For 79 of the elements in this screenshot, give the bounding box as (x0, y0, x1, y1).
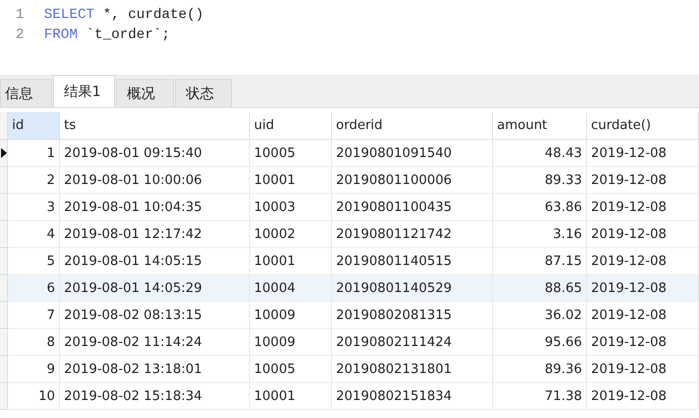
table-cell: 10004 (250, 275, 332, 302)
table-cell: 89.33 (493, 167, 587, 194)
table-cell: 2019-12-08 (587, 194, 699, 221)
table-cell: 2019-08-01 10:00:06 (60, 167, 250, 194)
table-cell: 20190801140529 (332, 275, 493, 302)
table-cell: 2019-08-01 14:05:29 (60, 275, 250, 302)
column-header[interactable]: uid (250, 112, 332, 140)
table-cell: 20190802081315 (332, 302, 493, 329)
table-cell: 2019-12-08 (587, 302, 699, 329)
table-cell: 20190802151834 (332, 383, 493, 410)
table-cell: 7 (8, 302, 60, 329)
table-row[interactable]: 6 2019-08-01 14:05:29 10004 20190801140529 88.65 2019-12-08 (0, 275, 699, 302)
table-cell: 20190801121742 (332, 221, 493, 248)
table-cell: 20190802131801 (332, 356, 493, 383)
table-cell: 2019-12-08 (587, 167, 699, 194)
table-cell: 2019-12-08 (587, 383, 699, 410)
table-cell: 3 (8, 194, 60, 221)
tab[interactable]: 信息 (0, 79, 52, 107)
table-cell: 1 (8, 140, 60, 167)
tab[interactable]: 结果1 (53, 75, 115, 107)
column-header[interactable]: ts (60, 112, 250, 140)
line-number: 1 (14, 7, 24, 23)
table-cell: 2 (8, 167, 60, 194)
table-cell: 95.66 (493, 329, 587, 356)
table-row[interactable]: 1 2019-08-01 09:15:40 10005 20190801091540 48.43 2019-12-08 (0, 140, 699, 167)
table-cell: 89.36 (493, 356, 587, 383)
table-cell: 8 (8, 329, 60, 356)
line-number: 2 (14, 27, 24, 43)
table-cell: 63.86 (493, 194, 587, 221)
table-cell: 10005 (250, 140, 332, 167)
table-cell: 20190802111424 (332, 329, 493, 356)
table-cell: 2019-08-02 11:14:24 (60, 329, 250, 356)
table-row[interactable]: 7 2019-08-02 08:13:15 10009 20190802081315 36.02 2019-12-08 (0, 302, 699, 329)
table-row[interactable]: 3 2019-08-01 10:04:35 10003 20190801100435 63.86 2019-12-08 (0, 194, 699, 221)
table-cell: 9 (8, 356, 60, 383)
table-cell: 6 (8, 275, 60, 302)
table-cell: 2019-08-02 15:18:34 (60, 383, 250, 410)
column-header[interactable]: orderid (332, 112, 493, 140)
table-cell: 36.02 (493, 302, 587, 329)
table-row[interactable]: 4 2019-08-01 12:17:42 10002 20190801121742 3.16 2019-12-08 (0, 221, 699, 248)
tab[interactable]: 概况 (116, 79, 174, 107)
table-cell: 20190801091540 (332, 140, 493, 167)
table-cell: 2019-08-01 09:15:40 (60, 140, 250, 167)
table-row[interactable]: 8 2019-08-02 11:14:24 10009 20190802111424 95.66 2019-12-08 (0, 329, 699, 356)
table-cell: 10001 (250, 383, 332, 410)
table-cell: 2019-08-01 12:17:42 (60, 221, 250, 248)
column-header[interactable]: id (8, 112, 60, 140)
column-header[interactable]: curdate() (587, 112, 699, 140)
table-cell: 10009 (250, 329, 332, 356)
table-cell: 10005 (250, 356, 332, 383)
table-cell: 71.38 (493, 383, 587, 410)
table-cell: 10 (8, 383, 60, 410)
table-cell: 88.65 (493, 275, 587, 302)
table-cell: 48.43 (493, 140, 587, 167)
table-row[interactable]: 9 2019-08-02 13:18:01 10005 20190802131801 89.36 2019-12-08 (0, 356, 699, 383)
table-row[interactable]: 10 2019-08-02 15:18:34 10001 20190802151834 71.38 2019-12-08 (0, 383, 699, 410)
table-cell: 20190801100006 (332, 167, 493, 194)
table-cell: 2019-12-08 (587, 221, 699, 248)
table-cell: 20190801100435 (332, 194, 493, 221)
table-cell: 3.16 (493, 221, 587, 248)
table-cell: 2019-12-08 (587, 275, 699, 302)
tab[interactable]: 状态 (175, 79, 232, 107)
code-line: SELECT *, curdate() (44, 7, 204, 23)
table-cell: 2019-12-08 (587, 356, 699, 383)
table-cell: 4 (8, 221, 60, 248)
table-cell: 10001 (250, 167, 332, 194)
table-cell: 2019-08-01 10:04:35 (60, 194, 250, 221)
table-cell: 2019-12-08 (587, 140, 699, 167)
table-cell: 10009 (250, 302, 332, 329)
table-row[interactable]: 2 2019-08-01 10:00:06 10001 20190801100006 89.33 2019-12-08 (0, 167, 699, 194)
header-corner (0, 112, 8, 140)
table-cell: 10003 (250, 194, 332, 221)
table-cell: 2019-12-08 (587, 329, 699, 356)
column-header[interactable]: amount (493, 112, 587, 140)
code-line: FROM `t_order`; (44, 27, 170, 43)
table-cell: 2019-08-02 08:13:15 (60, 302, 250, 329)
table-cell: 10002 (250, 221, 332, 248)
table-cell: 2019-08-02 13:18:01 (60, 356, 250, 383)
row-selector[interactable] (0, 140, 8, 167)
